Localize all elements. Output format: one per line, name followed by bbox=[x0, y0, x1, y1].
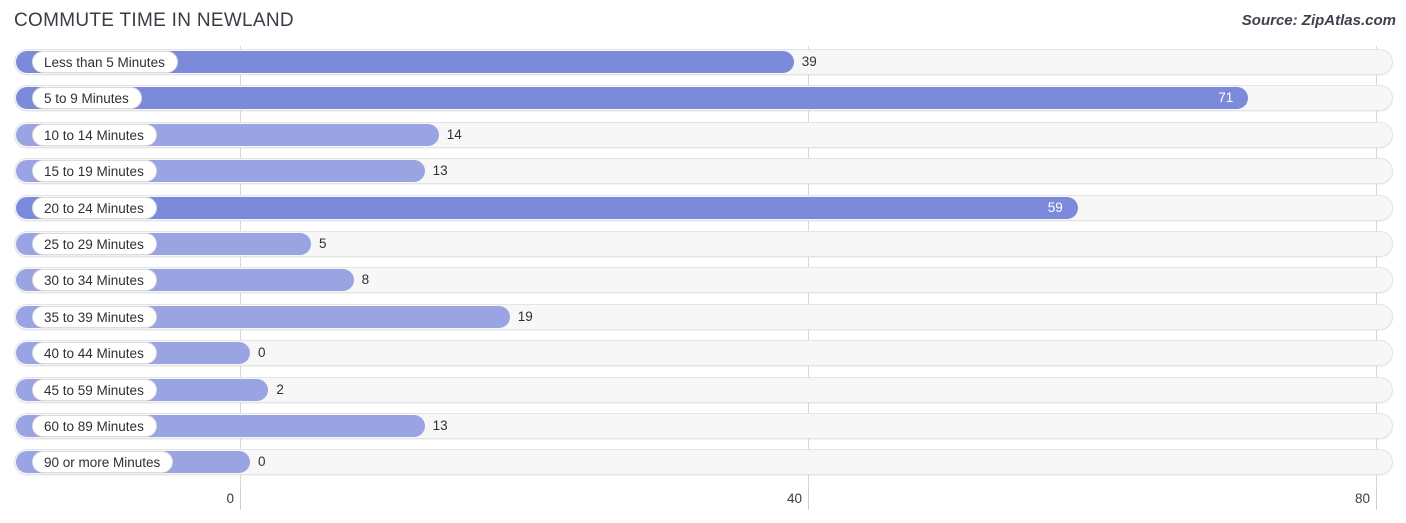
bar-value-label: 0 bbox=[258, 345, 266, 361]
bar-row[interactable]: 30 to 34 Minutes 8 bbox=[0, 264, 1406, 300]
bar-row[interactable]: Less than 5 Minutes 39 bbox=[0, 46, 1406, 82]
bar-category-label: 10 to 14 Minutes bbox=[32, 123, 157, 146]
bar-category-label: 35 to 39 Minutes bbox=[32, 305, 157, 328]
bar[interactable] bbox=[16, 87, 1249, 110]
bar-value-label: 13 bbox=[432, 163, 448, 179]
bar[interactable] bbox=[16, 196, 1078, 219]
tick-label-0: 0 bbox=[226, 491, 234, 506]
chart-header: COMMUTE TIME IN NEWLAND Source: ZipAtlas… bbox=[0, 0, 1406, 46]
bar-value-label: 0 bbox=[258, 454, 266, 470]
bar-category-label: 60 to 89 Minutes bbox=[32, 415, 157, 437]
bar-category-label: 5 to 9 Minutes bbox=[32, 87, 142, 110]
tick-mark-80 bbox=[1376, 488, 1377, 510]
bar-value-label: 5 bbox=[319, 236, 327, 251]
bar-value-label: 39 bbox=[801, 54, 817, 69]
bar-row[interactable]: 20 to 24 Minutes 59 bbox=[0, 192, 1406, 228]
bar-row[interactable]: 60 to 89 Minutes 13 bbox=[0, 410, 1406, 446]
bar-row[interactable]: 15 to 19 Minutes 13 bbox=[0, 155, 1406, 191]
bar-row[interactable]: 5 to 9 Minutes 71 bbox=[0, 82, 1406, 118]
bar-category-label: 45 to 59 Minutes bbox=[32, 378, 157, 401]
page-title: COMMUTE TIME IN NEWLAND bbox=[14, 10, 294, 31]
bar-value-label: 8 bbox=[361, 272, 370, 288]
tick-mark-0 bbox=[240, 488, 241, 510]
bar-row[interactable]: 40 to 44 Minutes 0 bbox=[0, 337, 1406, 373]
bar-row[interactable]: 10 to 14 Minutes 14 bbox=[0, 119, 1406, 155]
tick-label-80: 80 bbox=[1354, 491, 1370, 506]
bar-value-label: 19 bbox=[517, 308, 533, 324]
x-axis: 0 40 80 bbox=[0, 488, 1406, 523]
tick-mark-40 bbox=[808, 488, 809, 510]
chart-plot-area: Less than 5 Minutes 39 5 to 9 Minutes 71 10 … bbox=[0, 46, 1406, 488]
bar-category-label: 90 or more Minutes bbox=[32, 451, 174, 474]
bar-row[interactable]: 90 or more Minutes 0 bbox=[0, 446, 1406, 482]
bar-category-label: Less than 5 Minutes bbox=[32, 51, 178, 73]
bar-row[interactable]: 45 to 59 Minutes 2 bbox=[0, 374, 1406, 410]
bar-category-label: 40 to 44 Minutes bbox=[32, 342, 157, 365]
bar-category-label: 20 to 24 Minutes bbox=[32, 196, 157, 219]
bar-value-label: 71 bbox=[1218, 90, 1234, 106]
bar-row[interactable]: 35 to 39 Minutes 19 bbox=[0, 301, 1406, 337]
source-attribution: Source: ZipAtlas.com bbox=[1241, 12, 1396, 29]
bar-category-label: 30 to 34 Minutes bbox=[32, 269, 157, 292]
bar-value-label: 59 bbox=[1047, 199, 1063, 215]
bar-value-label: 13 bbox=[432, 418, 448, 433]
bar-value-label: 2 bbox=[276, 381, 284, 397]
tick-label-40: 40 bbox=[786, 491, 802, 506]
bar-category-label: 15 to 19 Minutes bbox=[32, 160, 157, 183]
bar-category-label: 25 to 29 Minutes bbox=[32, 233, 157, 255]
bar-value-label: 14 bbox=[446, 126, 462, 142]
bar-row[interactable]: 25 to 29 Minutes 5 bbox=[0, 228, 1406, 264]
